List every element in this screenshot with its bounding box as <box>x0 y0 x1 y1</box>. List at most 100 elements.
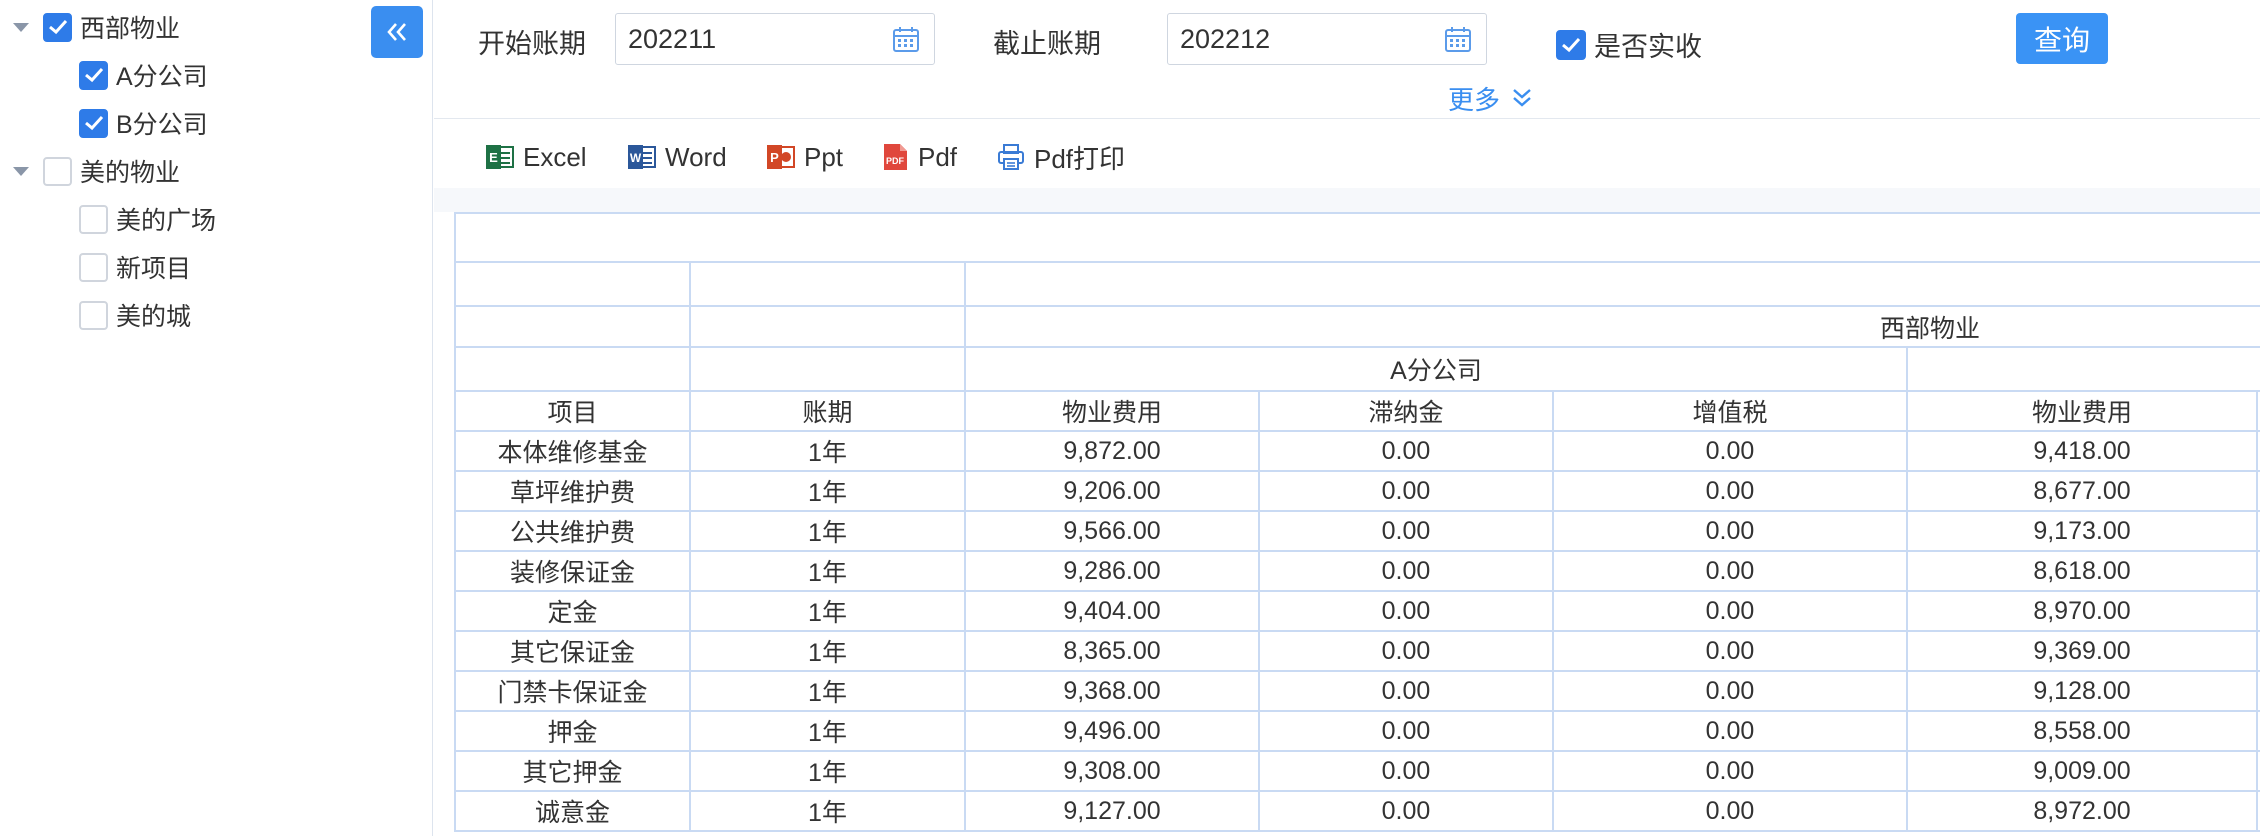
calendar-icon[interactable] <box>892 25 920 53</box>
header-cell <box>689 261 966 307</box>
received-label: 是否实收 <box>1594 32 1702 62</box>
table-row: 诚意金 1年 9,127.00 0.00 0.00 8,972.00 <box>454 790 2260 832</box>
checkbox[interactable] <box>79 108 108 138</box>
row-value-cell: 8,618.00 <box>1906 550 2258 592</box>
tree-node-new-project[interactable]: 新项目 <box>79 247 191 287</box>
row-value-cell: 9,496.00 <box>964 710 1260 752</box>
tree-node-a-company[interactable]: A分公司 <box>79 55 208 95</box>
tree-node-xibu[interactable]: 西部物业 <box>13 7 180 47</box>
row-item-cell: 其它押金 <box>454 750 691 792</box>
export-excel-button[interactable]: E Excel <box>485 136 587 178</box>
row-value-cell: 9,009.00 <box>1906 750 2258 792</box>
header-cell <box>689 346 966 392</box>
row-value-cell: 9,128.00 <box>1906 670 2258 712</box>
row-value-cell: 0.00 <box>1258 470 1554 512</box>
checkbox[interactable] <box>79 252 108 282</box>
received-checkbox[interactable]: 是否实收 <box>1556 25 1702 64</box>
row-period-cell: 1年 <box>689 550 966 592</box>
excel-icon: E <box>485 142 515 172</box>
col-header-property-fee: 物业费用 <box>1906 390 2258 432</box>
row-value-cell: 9,206.00 <box>964 470 1260 512</box>
row-value-cell: 9,369.00 <box>1906 630 2258 672</box>
table-row: 草坪维护费 1年 9,206.00 0.00 0.00 8,677.00 <box>454 470 2260 512</box>
header-row-1 <box>454 261 2260 307</box>
table-row: 装修保证金 1年 9,286.00 0.00 0.00 8,618.00 <box>454 550 2260 592</box>
header-cell <box>1905 346 2260 392</box>
header-row-3: A分公司 <box>454 346 2260 392</box>
row-value-cell: 9,872.00 <box>964 430 1260 472</box>
column-header-row: 项目 账期 物业费用 滞纳金 增值税 物业费用 <box>454 390 2260 432</box>
row-value-cell: 0.00 <box>1258 510 1554 552</box>
checkbox[interactable] <box>79 300 108 330</box>
caret-down-icon[interactable] <box>13 166 29 176</box>
subgroup-header-a-company: A分公司 <box>964 346 1908 392</box>
col-header-property-fee: 物业费用 <box>964 390 1260 432</box>
report-title-cell <box>454 212 2260 263</box>
checkbox[interactable] <box>1556 29 1586 60</box>
table-row: 定金 1年 9,404.00 0.00 0.00 8,970.00 <box>454 590 2260 632</box>
header-cell <box>454 261 691 307</box>
row-value-cell: 0.00 <box>1258 590 1554 632</box>
row-value-cell: 0.00 <box>1552 710 1908 752</box>
double-chevron-down-icon <box>1513 89 1531 107</box>
row-value-cell: 0.00 <box>1552 550 1908 592</box>
filter-divider <box>434 118 2260 119</box>
row-value-cell: 8,972.00 <box>1906 790 2258 832</box>
svg-text:E: E <box>489 150 498 165</box>
col-header-period: 账期 <box>689 390 966 432</box>
tree-node-meidi-plaza[interactable]: 美的广场 <box>79 199 216 239</box>
row-value-cell: 8,970.00 <box>1906 590 2258 632</box>
tree-node-label: 新项目 <box>116 255 192 283</box>
row-item-cell: 门禁卡保证金 <box>454 670 691 712</box>
start-period-input[interactable]: 202211 <box>615 13 935 65</box>
row-value-cell: 8,365.00 <box>964 630 1260 672</box>
end-period-input[interactable]: 202212 <box>1167 13 1487 65</box>
header-cell <box>963 261 2260 307</box>
table-row: 押金 1年 9,496.00 0.00 0.00 8,558.00 <box>454 710 2260 752</box>
more-filters-link[interactable]: 更多 <box>1448 80 1534 116</box>
row-value-cell: 9,368.00 <box>964 670 1260 712</box>
row-value-cell: 0.00 <box>1552 590 1908 632</box>
end-period-label: 截止账期 <box>993 29 1101 59</box>
export-ppt-button[interactable]: P Ppt <box>766 136 843 178</box>
table-row: 其它保证金 1年 8,365.00 0.00 0.00 9,369.00 <box>454 630 2260 672</box>
query-button[interactable]: 查询 <box>2016 13 2108 64</box>
row-item-cell: 本体维修基金 <box>454 430 691 472</box>
row-value-cell: 8,558.00 <box>1906 710 2258 752</box>
collapse-sidebar-button[interactable] <box>371 6 423 58</box>
row-period-cell: 1年 <box>689 670 966 712</box>
row-item-cell: 草坪维护费 <box>454 470 691 512</box>
svg-text:W: W <box>630 151 642 165</box>
ppt-label: Ppt <box>804 141 844 172</box>
export-word-button[interactable]: W Word <box>627 136 727 178</box>
row-value-cell: 0.00 <box>1552 430 1908 472</box>
caret-down-icon[interactable] <box>13 22 29 32</box>
checkbox[interactable] <box>79 60 108 90</box>
row-value-cell: 0.00 <box>1258 710 1554 752</box>
row-value-cell: 9,173.00 <box>1906 510 2258 552</box>
tree-node-meidi[interactable]: 美的物业 <box>13 151 180 191</box>
checkbox[interactable] <box>43 156 72 186</box>
row-period-cell: 1年 <box>689 630 966 672</box>
row-value-cell: 9,286.00 <box>964 550 1260 592</box>
report-viewport[interactable]: 西部物业 A分公司 项目 账期 物业费用 滞纳金 增值税 物业费用 本体维修基金… <box>454 212 2260 836</box>
export-pdf-button[interactable]: PDF Pdf <box>880 136 957 178</box>
checkbox[interactable] <box>79 204 108 234</box>
table-row: 本体维修基金 1年 9,872.00 0.00 0.00 9,418.00 <box>454 430 2260 472</box>
calendar-icon[interactable] <box>1444 25 1472 53</box>
pdf-print-label: Pdf打印 <box>1034 143 1126 174</box>
row-period-cell: 1年 <box>689 790 966 832</box>
pdf-label: Pdf <box>918 141 958 172</box>
checkbox[interactable] <box>43 12 72 42</box>
tree-node-meidi-city[interactable]: 美的城 <box>79 295 191 335</box>
tree-node-label: 西部物业 <box>80 15 181 43</box>
tree-node-label: 美的城 <box>116 303 192 331</box>
tree-node-label: B分公司 <box>116 111 208 139</box>
row-value-cell: 0.00 <box>1258 630 1554 672</box>
col-header-late-fee: 滞纳金 <box>1258 390 1554 432</box>
row-item-cell: 押金 <box>454 710 691 752</box>
pdf-print-button[interactable]: Pdf打印 <box>996 136 1125 178</box>
tree-node-b-company[interactable]: B分公司 <box>79 103 208 143</box>
row-value-cell: 0.00 <box>1258 670 1554 712</box>
header-row-2: 西部物业 <box>454 305 2260 348</box>
